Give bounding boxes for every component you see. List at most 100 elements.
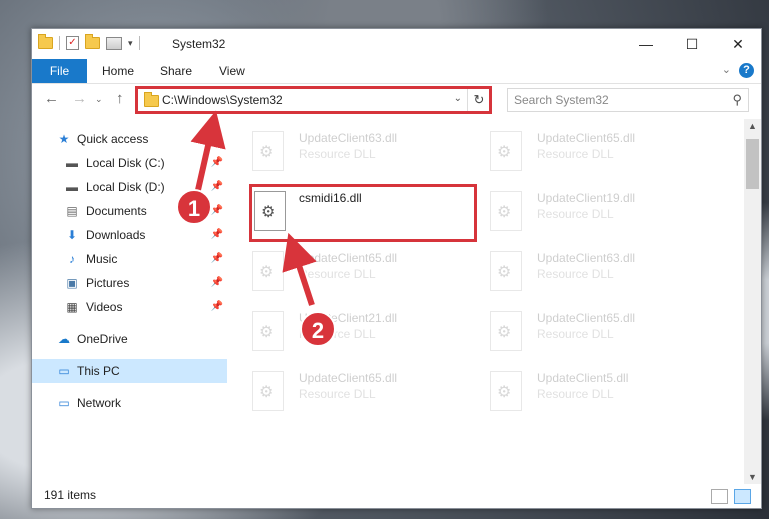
pin-icon[interactable]: 📌 — [211, 199, 223, 223]
item-count: 191 items — [44, 488, 97, 502]
file-item[interactable]: UpdateClient65.dll Resource DLL — [490, 307, 690, 353]
search-input[interactable] — [512, 92, 716, 108]
dll-file-icon — [252, 251, 284, 291]
pin-icon[interactable]: 📌 — [211, 223, 223, 247]
file-item[interactable]: UpdateClient65.dll Resource DLL — [252, 247, 452, 293]
maximize-button[interactable]: ☐ — [669, 29, 715, 59]
file-name: UpdateClient65.dll — [299, 251, 398, 265]
search-icon[interactable]: ⚲ — [732, 92, 742, 108]
sidebar-item-local-disk-c[interactable]: ▬ Local Disk (C:) 📌 — [32, 151, 227, 175]
videos-icon: ▦ — [66, 300, 78, 314]
properties-check-icon[interactable]: ✓ — [66, 36, 79, 50]
ribbon-tabs: File Home Share View ⌄ ? — [32, 59, 761, 84]
file-name: UpdateClient65.dll — [537, 131, 636, 145]
sidebar-item-label: Network — [77, 396, 122, 410]
step-marker-2: 2 — [300, 311, 336, 347]
pictures-icon: ▣ — [66, 276, 78, 290]
dll-file-icon — [490, 311, 522, 351]
details-view-icon[interactable] — [711, 489, 728, 504]
file-type: Resource DLL — [299, 387, 376, 401]
file-type: Resource DLL — [299, 147, 376, 161]
back-arrow-icon[interactable]: ← — [44, 90, 59, 107]
minimize-button[interactable]: — — [623, 29, 669, 59]
file-item[interactable]: UpdateClient63.dll Resource DLL — [252, 127, 452, 173]
dll-file-icon — [490, 371, 522, 411]
step-marker-1: 1 — [176, 189, 212, 225]
sidebar-item-downloads[interactable]: ⬇ Downloads 📌 — [32, 223, 227, 247]
tab-file[interactable]: File — [32, 59, 87, 83]
help-icon[interactable]: ? — [739, 63, 754, 78]
sidebar-item-onedrive[interactable]: ☁ OneDrive — [32, 327, 227, 351]
sidebar-item-label: Local Disk (C:) — [86, 156, 165, 170]
file-type: Resource DLL — [537, 147, 614, 161]
dll-file-icon — [252, 371, 284, 411]
dll-file-icon — [490, 191, 522, 231]
computer-icon: ▭ — [58, 364, 70, 378]
new-folder-icon[interactable] — [85, 34, 100, 49]
dll-file-icon — [490, 251, 522, 291]
window-title: System32 — [172, 37, 226, 51]
quick-access-toolbar: ✓ ▾ — [38, 34, 140, 50]
tab-view[interactable]: View — [219, 59, 245, 83]
sidebar-item-quick-access[interactable]: ★ Quick access — [32, 127, 227, 151]
tab-home[interactable]: Home — [102, 59, 134, 83]
pin-icon[interactable]: 📌 — [211, 151, 223, 175]
expand-ribbon-icon[interactable]: ⌄ — [722, 63, 731, 76]
file-item[interactable]: UpdateClient65.dll Resource DLL — [252, 367, 452, 413]
sidebar-item-label: Documents — [86, 204, 147, 218]
address-bar-highlight — [135, 86, 492, 114]
pin-icon[interactable]: 📌 — [211, 271, 223, 295]
customize-dropdown-icon[interactable]: ▾ — [128, 38, 133, 49]
pin-icon[interactable]: 📌 — [211, 175, 223, 199]
search-box[interactable]: ⚲ — [507, 88, 749, 112]
dll-file-icon — [490, 131, 522, 171]
pin-icon[interactable]: 📌 — [211, 247, 223, 271]
file-item[interactable]: UpdateClient21.dll Resource DLL — [252, 307, 452, 353]
large-icons-view-icon[interactable] — [734, 489, 751, 504]
sidebar-item-label: Downloads — [86, 228, 146, 242]
file-type: Resource DLL — [537, 207, 614, 221]
navigation-pane: ★ Quick access ▬ Local Disk (C:) 📌 ▬ Loc… — [32, 119, 227, 484]
sidebar-item-label: Music — [86, 252, 118, 266]
sidebar-item-label: This PC — [77, 364, 120, 378]
file-name: UpdateClient65.dll — [299, 371, 398, 385]
file-item[interactable]: UpdateClient63.dll Resource DLL — [490, 247, 690, 293]
dll-file-icon — [252, 311, 284, 351]
forward-arrow-icon[interactable]: → — [72, 90, 87, 107]
file-highlight — [249, 184, 477, 242]
toolbar-separator — [59, 36, 60, 50]
sidebar-item-videos[interactable]: ▦ Videos 📌 — [32, 295, 227, 319]
music-icon: ♪ — [69, 252, 75, 266]
close-button[interactable]: ✕ — [715, 29, 761, 59]
folder-icon — [38, 34, 53, 49]
file-name: UpdateClient63.dll — [537, 251, 636, 265]
sidebar-item-label: Videos — [86, 300, 123, 314]
star-icon: ★ — [58, 132, 70, 146]
sidebar-item-music[interactable]: ♪ Music 📌 — [32, 247, 227, 271]
download-icon: ⬇ — [66, 228, 78, 242]
status-bar: 191 items — [32, 484, 761, 508]
scroll-thumb[interactable] — [746, 139, 759, 189]
scroll-down-icon[interactable]: ▼ — [744, 472, 761, 482]
recent-locations-icon[interactable]: ⌄ — [95, 94, 103, 105]
file-item[interactable]: UpdateClient19.dll Resource DLL — [490, 187, 690, 233]
title-bar: ✓ ▾ System32 — ☐ ✕ — [32, 29, 761, 59]
file-item[interactable]: UpdateClient5.dll Resource DLL — [490, 367, 690, 413]
pin-icon[interactable]: 📌 — [211, 295, 223, 319]
sidebar-item-this-pc[interactable]: ▭ This PC — [32, 359, 227, 383]
cloud-icon: ☁ — [58, 332, 70, 346]
tab-share[interactable]: Share — [160, 59, 192, 83]
rename-icon[interactable] — [106, 36, 122, 50]
file-name: UpdateClient63.dll — [299, 131, 398, 145]
up-arrow-icon[interactable]: ↑ — [116, 90, 124, 107]
sidebar-item-label: Local Disk (D:) — [86, 180, 165, 194]
view-switcher — [711, 489, 751, 504]
vertical-scrollbar[interactable]: ▲ ▼ — [744, 119, 761, 484]
sidebar-item-label: Quick access — [77, 132, 149, 146]
sidebar-item-pictures[interactable]: ▣ Pictures 📌 — [32, 271, 227, 295]
file-list: UpdateClient63.dll Resource DLL UpdateCl… — [227, 119, 744, 484]
file-item[interactable]: UpdateClient65.dll Resource DLL — [490, 127, 690, 173]
file-name: UpdateClient19.dll — [537, 191, 636, 205]
scroll-up-icon[interactable]: ▲ — [744, 121, 761, 131]
sidebar-item-network[interactable]: ▭ Network — [32, 391, 227, 415]
